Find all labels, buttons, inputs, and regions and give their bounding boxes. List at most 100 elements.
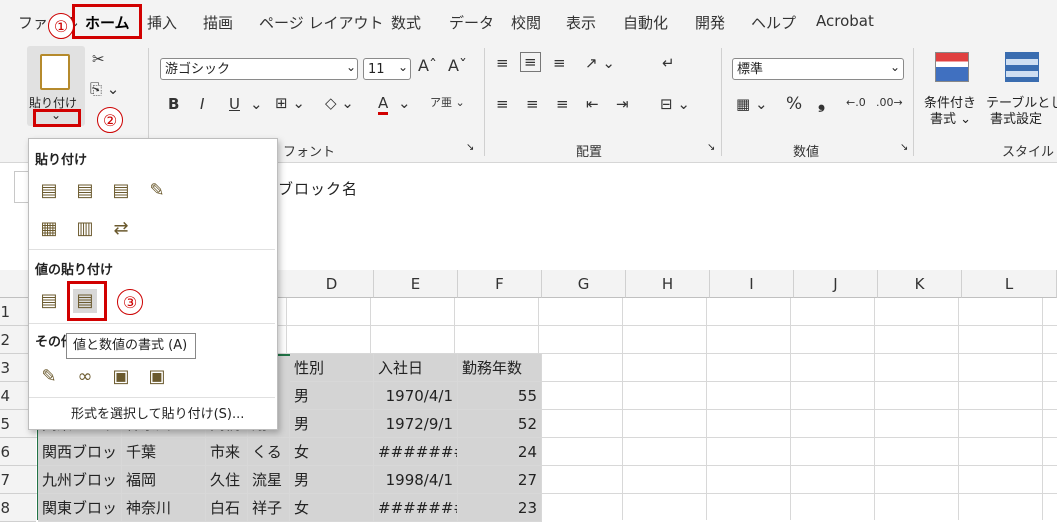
align-middle-icon[interactable]: ≡ <box>520 52 541 72</box>
cell-b7[interactable]: 福岡 <box>122 466 206 494</box>
number-format-select[interactable]: 標準 <box>732 58 904 80</box>
cell-e6[interactable]: ######## <box>374 438 458 466</box>
cell-c6-first[interactable]: くる <box>248 438 290 466</box>
cell-d5[interactable]: 男 <box>290 410 374 438</box>
column-header-k[interactable]: K <box>878 270 962 298</box>
cell-d8[interactable]: 女 <box>290 494 374 522</box>
bold-button[interactable]: B <box>168 95 179 113</box>
paste-formulas-number-format-icon[interactable]: ▤ <box>109 179 133 203</box>
tab-formulas[interactable]: 数式 <box>391 12 421 33</box>
table-format-label-2[interactable]: 書式設定 <box>990 108 1042 127</box>
wrap-text-icon[interactable]: ↵ <box>662 54 675 72</box>
merge-center-icon[interactable]: ⊟ ⌄ <box>660 95 690 113</box>
font-size-chevron-icon[interactable]: ⌄ <box>398 60 408 74</box>
cell-f5[interactable]: 52 <box>458 410 542 438</box>
cell-f4[interactable]: 55 <box>458 382 542 410</box>
paste-special-menu-item[interactable]: 形式を選択して貼り付け(S)... <box>71 403 244 422</box>
cell-d3[interactable]: 性別 <box>290 354 374 382</box>
paste-linked-picture-icon[interactable]: ▣ <box>145 365 169 389</box>
paste-keep-column-width-icon[interactable]: ▥ <box>73 217 97 241</box>
row-header-7[interactable]: 7 <box>0 466 36 494</box>
tab-review[interactable]: 校閲 <box>511 12 541 33</box>
paste-icon[interactable]: ▤ <box>37 179 61 203</box>
tab-view[interactable]: 表示 <box>566 12 596 33</box>
fill-color-icon[interactable]: ◇ ⌄ <box>325 94 354 112</box>
table-format-icon[interactable] <box>1005 52 1039 82</box>
paste-formatting-icon[interactable]: ✎ <box>37 365 61 389</box>
column-header-g[interactable]: G <box>542 270 626 298</box>
cell-e7[interactable]: 1998/4/1 <box>374 466 458 494</box>
border-icon[interactable]: ⊞ ⌄ <box>275 94 305 112</box>
paste-formulas-icon[interactable]: ▤ <box>73 179 97 203</box>
paste-picture-icon[interactable]: ▣ <box>109 365 133 389</box>
column-header-l[interactable]: L <box>962 270 1057 298</box>
align-center-icon[interactable]: ≡ <box>526 95 539 113</box>
cell-c6-last[interactable]: 市来 <box>206 438 248 466</box>
cell-e5[interactable]: 1972/9/1 <box>374 410 458 438</box>
cell-c7-first[interactable]: 流星 <box>248 466 290 494</box>
tab-developer[interactable]: 開発 <box>695 12 725 33</box>
cell-c8-first[interactable]: 祥子 <box>248 494 290 522</box>
grow-font-icon[interactable]: Aˆ <box>418 56 437 75</box>
formula-bar-content[interactable]: ブロック名 <box>278 178 358 199</box>
cell-d4[interactable]: 男 <box>290 382 374 410</box>
column-header-j[interactable]: J <box>794 270 878 298</box>
cell-f7[interactable]: 27 <box>458 466 542 494</box>
paste-no-borders-icon[interactable]: ▦ <box>37 217 61 241</box>
cell-a7[interactable]: 九州ブロッ <box>38 466 122 494</box>
row-header-6[interactable]: 6 <box>0 438 36 466</box>
cell-b8[interactable]: 神奈川 <box>122 494 206 522</box>
tab-acrobat[interactable]: Acrobat <box>816 12 874 30</box>
tab-draw[interactable]: 描画 <box>203 12 233 33</box>
decrease-indent-icon[interactable]: ⇤ <box>586 95 599 113</box>
font-name-select[interactable]: 游ゴシック <box>160 58 358 80</box>
cell-b6[interactable]: 千葉 <box>122 438 206 466</box>
column-header-d[interactable]: D <box>290 270 374 298</box>
cell-f6[interactable]: 24 <box>458 438 542 466</box>
cell-a8[interactable]: 関東ブロッ <box>38 494 122 522</box>
cell-d6[interactable]: 女 <box>290 438 374 466</box>
cell-d7[interactable]: 男 <box>290 466 374 494</box>
paste-transpose-icon[interactable]: ⇄ <box>109 217 133 241</box>
decrease-decimal-icon[interactable]: .00→ <box>876 96 903 109</box>
paste-dropdown-chevron-icon[interactable]: ⌄ <box>51 108 61 122</box>
percent-button[interactable]: % <box>786 94 802 114</box>
tab-insert[interactable]: 挿入 <box>147 12 177 33</box>
cell-c8-last[interactable]: 白石 <box>206 494 248 522</box>
row-header-8[interactable]: 8 <box>0 494 36 522</box>
increase-decimal-icon[interactable]: ←.0 <box>846 96 866 109</box>
column-header-f[interactable]: F <box>458 270 542 298</box>
comma-button[interactable]: ❟ <box>818 92 825 113</box>
orientation-icon[interactable]: ↗ ⌄ <box>585 54 615 72</box>
cell-c7-last[interactable]: 久住 <box>206 466 248 494</box>
font-color-icon[interactable]: A <box>378 94 389 115</box>
paste-keep-source-format-icon[interactable]: ✎ <box>145 179 169 203</box>
font-color-chevron-icon[interactable]: ⌄ <box>398 94 411 112</box>
copy-icon[interactable]: ⎘ ⌄ <box>90 80 119 98</box>
tab-automate[interactable]: 自動化 <box>623 12 668 33</box>
column-header-h[interactable]: H <box>626 270 710 298</box>
accounting-format-icon[interactable]: ▦ ⌄ <box>736 95 768 113</box>
increase-indent-icon[interactable]: ⇥ <box>616 95 629 113</box>
tab-help[interactable]: ヘルプ <box>751 12 796 33</box>
phonetic-icon[interactable]: ア亜 ⌄ <box>430 94 465 110</box>
cell-e3[interactable]: 入社日 <box>374 354 458 382</box>
align-right-icon[interactable]: ≡ <box>556 95 569 113</box>
cell-f8[interactable]: 23 <box>458 494 542 522</box>
font-name-chevron-icon[interactable]: ⌄ <box>346 60 356 74</box>
cell-e8[interactable]: ######## <box>374 494 458 522</box>
cell-f3[interactable]: 勤務年数 <box>458 354 542 382</box>
cell-e4[interactable]: 1970/4/1 <box>374 382 458 410</box>
tab-page-layout[interactable]: ページ レイアウト <box>259 12 383 33</box>
align-left-icon[interactable]: ≡ <box>496 95 509 113</box>
italic-button[interactable]: I <box>200 95 204 113</box>
align-top-icon[interactable]: ≡ <box>496 54 509 72</box>
conditional-format-label-2[interactable]: 書式 ⌄ <box>930 108 971 127</box>
cut-icon[interactable]: ✂ <box>92 50 105 68</box>
column-header-i[interactable]: I <box>710 270 794 298</box>
font-dialog-launcher-icon[interactable]: ↘ <box>466 142 474 153</box>
number-dialog-launcher-icon[interactable]: ↘ <box>900 142 908 153</box>
cell-a6[interactable]: 関西ブロッ <box>38 438 122 466</box>
align-bottom-icon[interactable]: ≡ <box>553 54 566 72</box>
underline-button[interactable]: U <box>229 95 240 113</box>
